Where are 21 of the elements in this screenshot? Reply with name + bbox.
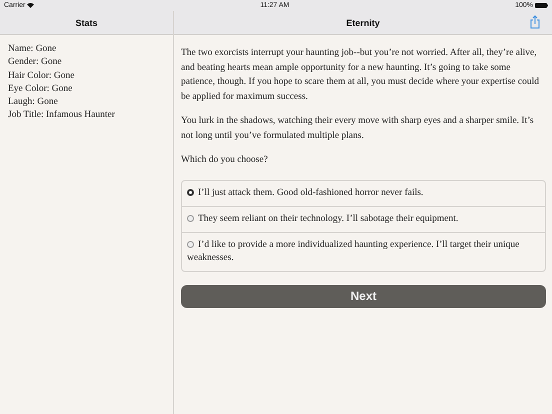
radio-icon[interactable] [187, 188, 194, 196]
wifi-icon [27, 3, 34, 8]
radio-icon[interactable] [187, 214, 194, 222]
stat-line: Eye Color: Gone [8, 82, 74, 96]
stat-line: Job Title: Infamous Haunter [8, 109, 116, 122]
stat-line: Name: Gone [8, 43, 58, 56]
choice-option[interactable]: I’ll just attack them. Good old-fashioned horror never fails. [182, 180, 545, 206]
stat-line: Laugh: Gone [8, 96, 59, 110]
choice-option[interactable]: They seem reliant on their technology. I’ll sabotage their equipment. [182, 206, 545, 232]
sidebar-title: Stats [75, 18, 98, 28]
radio-icon[interactable] [187, 240, 194, 248]
share-icon[interactable] [530, 15, 540, 29]
story-paragraph: Which do you choose? [181, 154, 269, 167]
battery-icon [534, 3, 548, 8]
story-paragraph: The two exorcists interrupt your haunting job--but you’re not worried. After all, they’re alive, and beating hearts mean ample opportunity for a new haunting. It’s going to take some patience, though. If you hope to scare them at all, you must decide where your expertise could be applied for maximum success. [181, 47, 540, 104]
stat-line: Gender: Gone [8, 56, 63, 70]
next-button[interactable]: Next [181, 284, 546, 308]
choice-option[interactable]: I’d like to provide a more individualized haunting experience. I’ll target their unique weaknesses. [182, 232, 545, 270]
story-paragraph: You lurk in the shadows, watching their every move with sharp eyes and a sharper smile. It’s not long until you’ve formulated multiple plans. [181, 115, 535, 142]
page-title: Eternity [346, 18, 380, 28]
stat-line: Hair Color: Gone [8, 70, 76, 83]
